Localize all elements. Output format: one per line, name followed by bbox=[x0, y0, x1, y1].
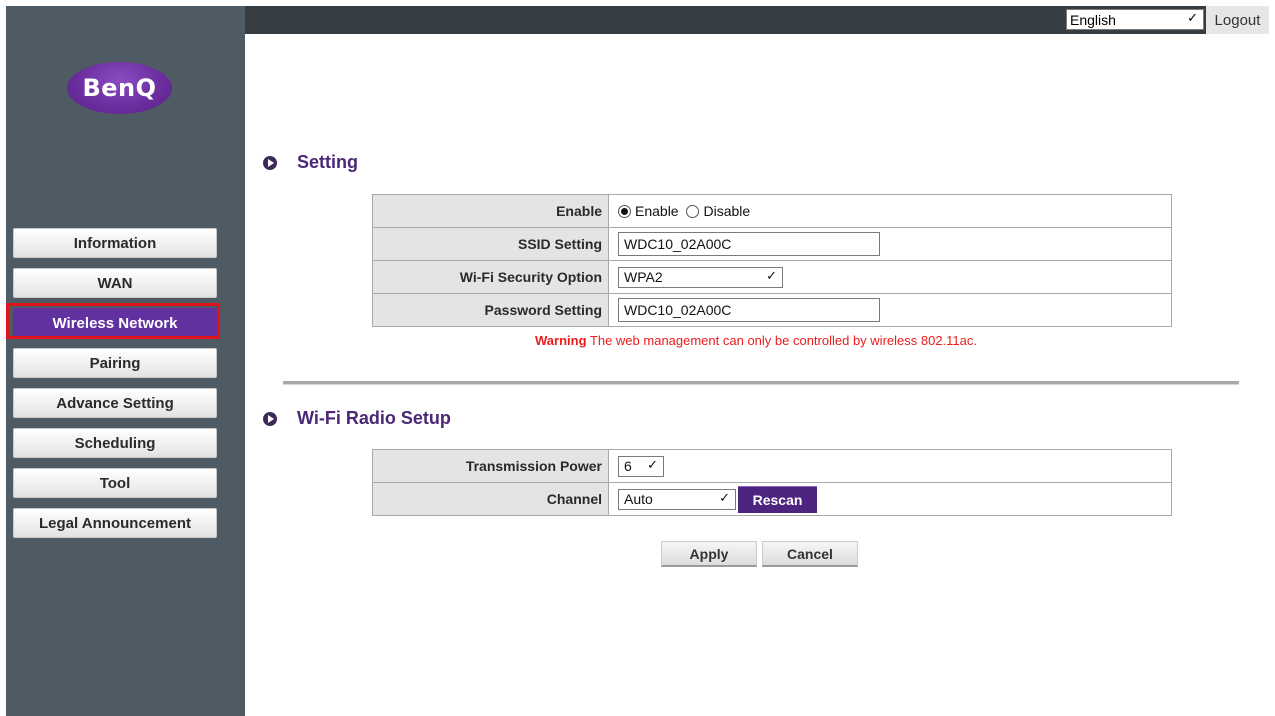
page-edge bbox=[1269, 6, 1275, 716]
ssid-input[interactable]: WDC10_02A00C bbox=[618, 232, 880, 256]
ssid-label: SSID Setting bbox=[372, 227, 609, 261]
security-label: Wi-Fi Security Option bbox=[372, 260, 609, 294]
security-select[interactable]: WPA2 ✓ bbox=[618, 266, 783, 288]
rescan-button[interactable]: Rescan bbox=[738, 485, 817, 513]
channel-row: Channel Auto ✓ Rescan bbox=[372, 482, 1172, 516]
warning-text: The web management can only be controlle… bbox=[589, 333, 977, 348]
power-select[interactable]: 6 ✓ bbox=[618, 455, 664, 477]
enable-radio-label: Enable bbox=[635, 203, 679, 219]
enable-radio[interactable] bbox=[618, 205, 631, 218]
sidebar-nav: Information WAN Wireless Network Pairing… bbox=[6, 228, 220, 548]
power-row: Transmission Power 6 ✓ bbox=[372, 449, 1172, 483]
benq-logo: BenQ bbox=[67, 62, 172, 114]
password-input[interactable]: WDC10_02A00C bbox=[618, 298, 880, 322]
radio-setup-title: Wi-Fi Radio Setup bbox=[297, 408, 451, 428]
chevron-down-icon: ✓ bbox=[1187, 10, 1198, 25]
sidebar-item-scheduling[interactable]: Scheduling bbox=[13, 428, 217, 458]
security-value-cell: WPA2 ✓ bbox=[608, 260, 1172, 294]
radio-setup-table: Transmission Power 6 ✓ Channel Auto ✓ Re… bbox=[372, 449, 1172, 516]
sidebar-item-tool[interactable]: Tool bbox=[13, 468, 217, 498]
ssid-row: SSID Setting WDC10_02A00C bbox=[372, 227, 1172, 261]
power-label: Transmission Power bbox=[372, 449, 609, 483]
disable-radio[interactable] bbox=[686, 205, 700, 218]
channel-select-value: Auto bbox=[624, 491, 653, 507]
disable-radio-label: Disable bbox=[703, 203, 751, 219]
sidebar: BenQ Information WAN Wireless Network Pa… bbox=[6, 6, 245, 716]
setting-title: Setting bbox=[297, 152, 358, 172]
warning-prefix: Warning bbox=[535, 333, 587, 348]
chevron-down-icon: ✓ bbox=[766, 267, 777, 283]
setting-section-title: Setting bbox=[263, 152, 358, 173]
password-row: Password Setting WDC10_02A00C bbox=[372, 293, 1172, 327]
setting-table: Enable Enable Disable SSID Setting WDC10… bbox=[372, 194, 1172, 327]
language-select[interactable]: English ✓ bbox=[1066, 9, 1204, 30]
password-value-cell: WDC10_02A00C bbox=[608, 293, 1172, 327]
enable-value-cell: Enable Disable bbox=[608, 194, 1172, 228]
apply-button[interactable]: Apply bbox=[661, 541, 757, 567]
top-bar: English ✓ Logout bbox=[245, 6, 1269, 34]
radio-setup-section-title: Wi-Fi Radio Setup bbox=[263, 408, 451, 429]
security-row: Wi-Fi Security Option WPA2 ✓ bbox=[372, 260, 1172, 294]
chevron-down-icon: ✓ bbox=[719, 489, 730, 505]
sidebar-item-wireless-wrapper: Wireless Network bbox=[6, 303, 220, 339]
sidebar-item-wan[interactable]: WAN bbox=[13, 268, 217, 298]
cancel-button[interactable]: Cancel bbox=[762, 541, 858, 567]
power-value-cell: 6 ✓ bbox=[608, 449, 1172, 483]
section-divider bbox=[283, 381, 1239, 385]
sidebar-item-wireless-network[interactable]: Wireless Network bbox=[13, 308, 217, 338]
power-select-value: 6 bbox=[624, 458, 632, 474]
channel-label: Channel bbox=[372, 482, 609, 516]
security-select-value: WPA2 bbox=[624, 269, 663, 285]
warning-message: Warning The web management can only be c… bbox=[535, 333, 977, 348]
play-bullet-icon bbox=[263, 155, 277, 170]
channel-value-cell: Auto ✓ Rescan bbox=[608, 482, 1172, 516]
channel-select[interactable]: Auto ✓ bbox=[618, 488, 736, 510]
logout-button[interactable]: Logout bbox=[1206, 6, 1269, 34]
sidebar-item-information[interactable]: Information bbox=[13, 228, 217, 258]
sidebar-item-legal-announcement[interactable]: Legal Announcement bbox=[13, 508, 217, 538]
play-bullet-icon bbox=[263, 411, 277, 426]
chevron-down-icon: ✓ bbox=[647, 456, 658, 472]
sidebar-item-advance-setting[interactable]: Advance Setting bbox=[13, 388, 217, 418]
password-label: Password Setting bbox=[372, 293, 609, 327]
enable-row: Enable Enable Disable bbox=[372, 194, 1172, 228]
ssid-value-cell: WDC10_02A00C bbox=[608, 227, 1172, 261]
sidebar-item-pairing[interactable]: Pairing bbox=[13, 348, 217, 378]
language-value: English bbox=[1070, 11, 1116, 28]
enable-label: Enable bbox=[372, 194, 609, 228]
